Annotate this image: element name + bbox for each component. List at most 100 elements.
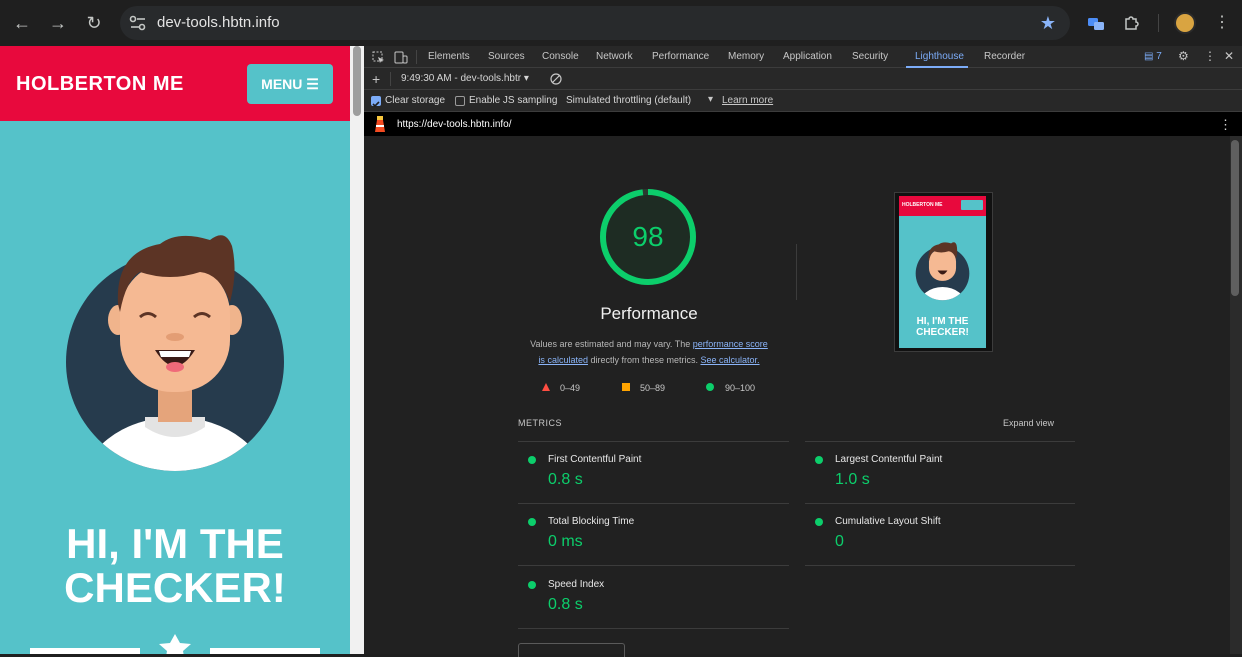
metric-label-fcp: First Contentful Paint	[548, 454, 642, 465]
legend-average-range: 50–89	[640, 383, 666, 393]
url-text: dev-tools.hbtn.info	[157, 14, 280, 31]
devtools-panel: Elements Sources Console Network Perform…	[364, 46, 1242, 657]
back-button[interactable]: ←	[10, 11, 34, 35]
pass-dot-icon	[815, 518, 823, 526]
issues-counter[interactable]: ▤ 7	[1144, 51, 1162, 62]
site-info-icon[interactable]	[128, 14, 148, 32]
site-header: HOLBERTON ME MENU ☰	[0, 46, 350, 121]
metric-value-tbt: 0 ms	[548, 533, 583, 550]
report-url[interactable]: https://dev-tools.hbtn.info/	[397, 119, 512, 130]
browser-menu-icon[interactable]: ⋮	[1214, 12, 1230, 32]
new-report-plus-icon[interactable]: +	[372, 71, 380, 87]
thumbnail-hero: HI, I'M THE CHECKER!	[899, 316, 986, 338]
browser-toolbar: ← → ↻ dev-tools.hbtn.info ★ ⋮	[0, 0, 1242, 46]
metrics-rule	[518, 441, 789, 442]
divider-left	[30, 648, 140, 654]
extension-app-icon[interactable]	[1086, 13, 1106, 33]
divider-right	[210, 648, 320, 654]
score-value: 98	[632, 221, 663, 252]
thumbnail-menu-button	[961, 200, 983, 210]
thumbnail-hero-line-1: HI, I'M THE	[916, 316, 969, 327]
clear-block-icon[interactable]	[550, 73, 562, 85]
message-icon: ▤	[1144, 51, 1154, 62]
metrics-rule	[805, 441, 1075, 442]
report-menu-icon[interactable]: ⋮	[1219, 117, 1232, 133]
issues-count: 7	[1156, 51, 1162, 62]
metric-value-fcp: 0.8 s	[548, 471, 583, 488]
devtools-menu-icon[interactable]: ⋮	[1204, 49, 1216, 63]
extensions-puzzle-icon[interactable]	[1123, 13, 1141, 31]
toolbar-divider	[1158, 14, 1159, 32]
js-sampling-label: Enable JS sampling	[469, 95, 558, 106]
tab-elements[interactable]: Elements	[428, 51, 470, 62]
pass-dot-icon	[528, 456, 536, 464]
forward-button[interactable]: →	[46, 11, 70, 35]
view-treemap-button[interactable]	[518, 643, 625, 657]
metric-label-tbt: Total Blocking Time	[548, 516, 635, 527]
clear-storage-label: Clear storage	[385, 95, 446, 106]
is-calculated-link[interactable]: is calculated	[538, 355, 588, 365]
pass-dot-icon	[528, 581, 536, 589]
devtools-tab-bar: Elements Sources Console Network Perform…	[364, 46, 1242, 68]
star-icon	[159, 634, 191, 654]
inspect-element-icon[interactable]	[372, 51, 385, 64]
site-brand[interactable]: HOLBERTON ME	[16, 73, 184, 96]
lighthouse-report: 98 Performance Values are estimated and …	[364, 136, 1230, 657]
settings-gear-icon[interactable]: ⚙	[1178, 49, 1189, 63]
website-scrollbar-thumb[interactable]	[353, 46, 361, 116]
report-url-bar: https://dev-tools.hbtn.info/ ⋮	[364, 112, 1242, 136]
address-bar[interactable]: dev-tools.hbtn.info ★	[120, 6, 1070, 40]
metric-label-lcp: Largest Contentful Paint	[835, 454, 943, 465]
report-scrollbar-thumb[interactable]	[1231, 140, 1239, 296]
average-square-icon	[622, 383, 630, 391]
category-title: Performance	[600, 304, 698, 323]
js-sampling-checkbox[interactable]	[455, 96, 465, 106]
throttling-label: Simulated throttling (default)	[566, 95, 692, 106]
tab-recorder[interactable]: Recorder	[984, 51, 1025, 62]
menu-button[interactable]: MENU ☰	[247, 64, 333, 104]
clear-storage-checkbox[interactable]	[371, 96, 381, 108]
see-calculator-link[interactable]: See calculator.	[701, 355, 760, 365]
metric-label-cls: Cumulative Layout Shift	[835, 516, 941, 527]
metric-label-si: Speed Index	[548, 579, 605, 590]
tab-network[interactable]: Network	[596, 51, 633, 62]
desc-text-2: directly from these metrics.	[587, 355, 701, 365]
metric-divider	[805, 565, 1075, 566]
report-selector[interactable]: 9:49:30 AM - dev-tools.hbtr ▾	[401, 73, 529, 84]
throttling-dropdown-icon[interactable]: ▾	[708, 94, 713, 105]
metrics-title: METRICS	[518, 418, 562, 428]
metric-value-cls: 0	[835, 533, 844, 550]
tab-security[interactable]: Security	[852, 51, 888, 62]
metric-value-lcp: 1.0 s	[835, 471, 870, 488]
website-viewport: HOLBERTON ME MENU ☰ HI, I'M THE CHECKER!	[0, 46, 350, 654]
metric-divider	[518, 503, 789, 504]
tab-sources[interactable]: Sources	[488, 51, 525, 62]
tab-performance[interactable]: Performance	[652, 51, 709, 62]
tab-divider	[416, 50, 417, 64]
expand-view-toggle[interactable]: Expand view	[1003, 418, 1054, 428]
thumbnail-avatar	[915, 242, 970, 301]
lighthouse-toolbar: + 9:49:30 AM - dev-tools.hbtr ▾	[364, 68, 1242, 90]
thumbnail-header: HOLBERTON ME	[899, 196, 986, 216]
final-screenshot-thumbnail[interactable]: HOLBERTON ME HI, I'M THE CHECKER!	[894, 192, 993, 352]
tab-lighthouse[interactable]: Lighthouse	[915, 51, 964, 62]
performance-score-link[interactable]: performance score	[693, 339, 768, 349]
reload-button[interactable]: ↻	[82, 11, 106, 35]
pass-dot-icon	[815, 456, 823, 464]
report-time: 9:49:30 AM - dev-tools.hbtr	[401, 73, 522, 84]
website-scrollbar[interactable]	[350, 46, 364, 654]
learn-more-link[interactable]: Learn more	[722, 95, 773, 106]
tab-console[interactable]: Console	[542, 51, 579, 62]
thumbnail-page: HOLBERTON ME HI, I'M THE CHECKER!	[899, 196, 986, 348]
tab-memory[interactable]: Memory	[728, 51, 764, 62]
hero-line-1: HI, I'M THE	[66, 520, 284, 567]
profile-avatar[interactable]	[1174, 12, 1196, 34]
metric-divider	[805, 503, 1075, 504]
tab-application[interactable]: Application	[783, 51, 832, 62]
reload-icon: ↻	[86, 13, 102, 33]
bookmark-star-icon[interactable]: ★	[1040, 13, 1056, 34]
pass-dot-icon	[528, 518, 536, 526]
device-toolbar-icon[interactable]	[394, 51, 408, 64]
arrow-left-icon: ←	[13, 13, 31, 33]
close-devtools-icon[interactable]: ✕	[1224, 49, 1234, 63]
